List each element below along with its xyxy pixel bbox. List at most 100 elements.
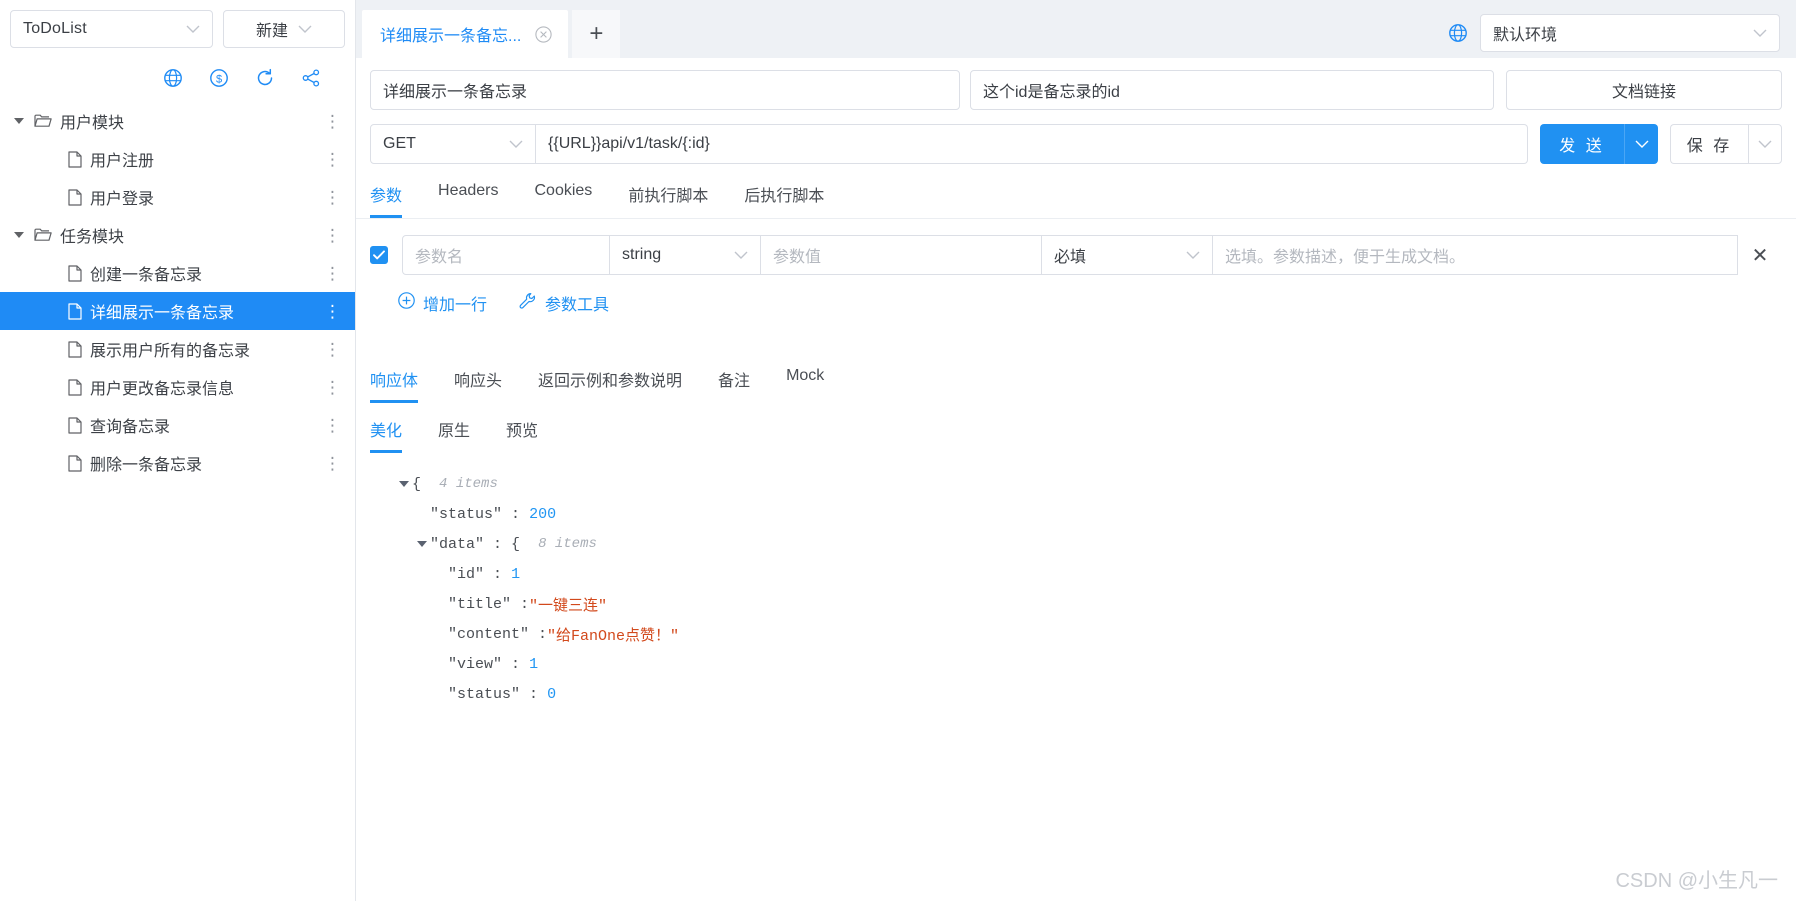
tree-item-label: 用户模块 [60,115,125,132]
caret-down-icon[interactable] [414,540,430,548]
param-required-select[interactable]: 必填 [1041,235,1213,275]
url-input[interactable]: {{URL}}api/v1/task/{:id} [536,124,1528,164]
share-icon[interactable] [301,68,321,88]
chevron-down-icon [1753,29,1767,38]
tree-item-menu-icon[interactable]: ⋮ [324,140,341,178]
tree-item-menu-icon[interactable]: ⋮ [324,330,341,368]
save-dropdown-button[interactable] [1748,124,1782,164]
new-button[interactable]: 新建 [223,10,345,48]
tab-view-pretty[interactable]: 美化 [370,417,403,453]
json-value: "一键三连" [529,597,608,615]
caret-down-icon[interactable] [396,480,412,488]
param-description-input[interactable]: 选填。参数描述，便于生成文档。 [1212,235,1738,275]
folder-icon [34,113,52,129]
method-select[interactable]: GET [370,124,536,164]
globe-icon[interactable] [1448,23,1468,43]
tree-item-menu-icon[interactable]: ⋮ [324,406,341,444]
tree-item-update-memo[interactable]: 用户更改备忘录信息 ⋮ [0,368,355,406]
send-dropdown-button[interactable] [1624,124,1658,164]
json-key: "id" [448,565,485,583]
doc-link-button[interactable]: 文档链接 [1506,70,1782,110]
param-value-placeholder: 参数值 [773,249,822,266]
api-description-input[interactable]: 这个id是备忘录的id [970,70,1494,110]
environment-select[interactable]: 默认环境 [1480,14,1780,52]
json-key: "title" [448,595,512,613]
open-tab-detail-memo[interactable]: 详细展示一条备忘... [362,10,569,58]
add-row-button[interactable]: 增加一行 [398,291,487,315]
param-actions: 增加一行 参数工具 [356,275,1796,315]
json-punct: : [511,505,521,523]
param-row: 参数名 string 参数值 必填 选填。参数描述，便于生成文档。 ✕ [356,219,1796,275]
globe-icon[interactable] [163,68,183,88]
tab-label: 响应体 [370,373,419,390]
tab-pre-script[interactable]: 前执行脚本 [628,182,708,218]
save-button[interactable]: 保 存 [1670,124,1748,164]
json-item-count: 4 items [439,476,498,492]
tab-view-raw[interactable]: 原生 [438,417,470,453]
chevron-down-icon [1758,140,1772,149]
tab-response-examples[interactable]: 返回示例和参数说明 [538,367,682,403]
tree-item-list-memos[interactable]: 展示用户所有的备忘录 ⋮ [0,330,355,368]
wrench-icon [519,292,537,315]
tree-item-menu-icon[interactable]: ⋮ [324,102,341,140]
doc-link-label: 文档链接 [1611,84,1676,101]
caret-down-icon[interactable] [14,231,34,239]
tree-item-menu-icon[interactable]: ⋮ [324,292,341,330]
api-meta-row: 详细展示一条备忘录 这个id是备忘录的id 文档链接 [356,58,1796,110]
param-type-value: string [622,246,662,263]
json-line: "status" : 200 [396,499,1782,529]
sidebar: ToDoList 新建 $ 用户模块 ⋮ 用户注册 ⋮ 用户登录 ⋮ 任务模块 … [0,0,356,901]
tree-folder-user-module[interactable]: 用户模块 ⋮ [0,102,355,140]
caret-down-icon[interactable] [14,117,34,125]
json-value: 1 [511,565,521,583]
tree-item-menu-icon[interactable]: ⋮ [324,178,341,216]
save-label: 保 存 [1686,138,1733,155]
tree-item-menu-icon[interactable]: ⋮ [324,368,341,406]
param-tool-button[interactable]: 参数工具 [519,291,609,315]
project-select[interactable]: ToDoList [10,10,213,48]
param-value-input[interactable]: 参数值 [760,235,1042,275]
json-punct: : [529,685,539,703]
tab-params[interactable]: 参数 [370,182,403,218]
tab-label: 预览 [506,423,539,440]
tab-post-script[interactable]: 后执行脚本 [744,182,824,218]
param-name-input[interactable]: 参数名 [402,235,610,275]
json-line: { 4 items [396,469,1782,499]
tree-item-create-memo[interactable]: 创建一条备忘录 ⋮ [0,254,355,292]
tree-item-menu-icon[interactable]: ⋮ [324,216,341,254]
tab-cookies[interactable]: Cookies [535,182,593,218]
tree-item-user-login[interactable]: 用户登录 ⋮ [0,178,355,216]
tree-item-label: 用户更改备忘录信息 [90,381,235,398]
tab-headers[interactable]: Headers [438,182,498,218]
tab-response-mock[interactable]: Mock [786,367,824,403]
api-name-input[interactable]: 详细展示一条备忘录 [370,70,960,110]
close-icon[interactable] [535,25,552,43]
tab-label: Mock [786,367,825,384]
refresh-icon[interactable] [255,68,275,88]
tree-item-label: 查询备忘录 [90,419,171,436]
tree-item-menu-icon[interactable]: ⋮ [324,444,341,482]
tree-item-user-register[interactable]: 用户注册 ⋮ [0,140,355,178]
tab-view-preview[interactable]: 预览 [506,417,538,453]
dollar-icon[interactable]: $ [209,68,229,88]
param-enabled-checkbox[interactable] [370,246,388,264]
tree-item-query-memo[interactable]: 查询备忘录 ⋮ [0,406,355,444]
tree-item-detail-memo[interactable]: 详细展示一条备忘录 ⋮ [0,292,355,330]
tab-response-headers[interactable]: 响应头 [454,367,502,403]
new-tab-button[interactable]: + [572,10,621,58]
json-punct: : [493,565,503,583]
param-name-placeholder: 参数名 [415,249,464,266]
tab-response-notes[interactable]: 备注 [718,367,750,403]
tab-response-body[interactable]: 响应体 [370,367,419,403]
sidebar-toolbar: $ [0,58,355,98]
param-delete-button[interactable]: ✕ [1738,243,1782,268]
tree-item-delete-memo[interactable]: 删除一条备忘录 ⋮ [0,444,355,482]
json-key: "data" [430,535,485,553]
tree-item-menu-icon[interactable]: ⋮ [324,254,341,292]
send-label: 发 送 [1559,138,1605,155]
tree-folder-task-module[interactable]: 任务模块 ⋮ [0,216,355,254]
response-view-tabs: 美化 原生 预览 [356,403,1796,453]
send-button[interactable]: 发 送 [1540,124,1624,164]
param-type-select[interactable]: string [609,235,761,275]
tab-label: 美化 [370,423,403,440]
